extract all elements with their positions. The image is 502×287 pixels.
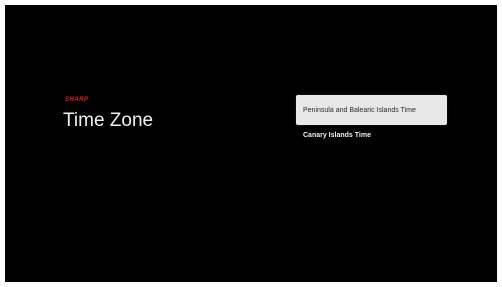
sharp-logo: SHARP	[65, 97, 89, 103]
time-zone-option-canary[interactable]: Canary Islands Time	[296, 125, 447, 145]
page-title: Time Zone	[63, 110, 154, 131]
time-zone-option-label: Peninsula and Balearic Islands Time	[303, 106, 416, 114]
tv-screen: SHARP Time Zone Peninsula and Balearic I…	[5, 5, 497, 282]
time-zone-list: Peninsula and Balearic Islands Time Cana…	[296, 95, 447, 145]
time-zone-option-peninsula[interactable]: Peninsula and Balearic Islands Time	[296, 95, 447, 125]
time-zone-option-label: Canary Islands Time	[303, 131, 371, 139]
